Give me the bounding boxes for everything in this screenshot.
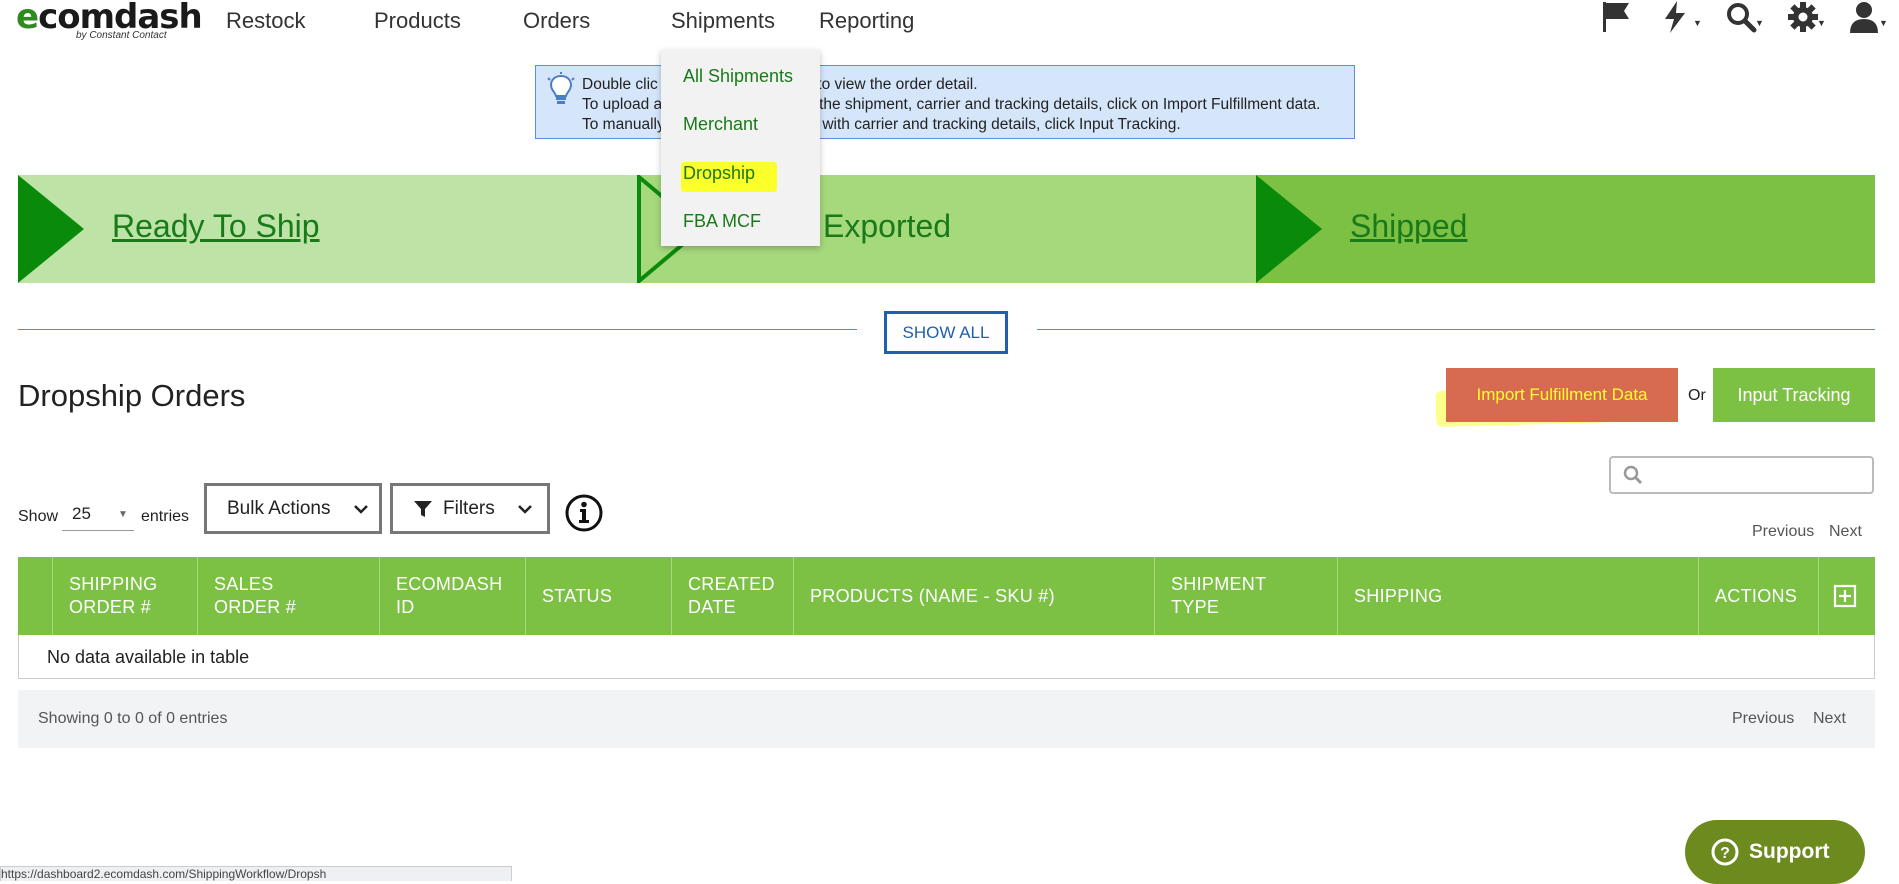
pager-previous-bottom[interactable]: Previous xyxy=(1732,710,1794,728)
stage-shipped-label[interactable]: Shipped xyxy=(1350,208,1467,245)
col-created-date[interactable]: CREATED DATE xyxy=(671,557,793,635)
nav-shipments[interactable]: Shipments xyxy=(671,8,775,34)
bolt-icon[interactable]: ▼ xyxy=(1663,0,1703,34)
table-footer: Showing 0 to 0 of 0 entries Previous Nex… xyxy=(18,690,1875,748)
nav-icon-bar: ▼ ▼ ▼ ▼ xyxy=(1601,0,1889,34)
search-icon xyxy=(1623,465,1643,485)
browser-status-url: https://dashboard2.ecomdash.com/Shipping… xyxy=(0,866,512,881)
chevron-down-icon: ▼ xyxy=(118,509,128,520)
search-input[interactable] xyxy=(1655,464,1869,488)
arrow-icon xyxy=(1256,175,1322,283)
lightbulb-icon xyxy=(546,72,576,112)
empty-message: No data available in table xyxy=(47,647,250,667)
shipments-dropdown: All Shipments Merchant Dropship FBA MCF xyxy=(661,50,820,246)
show-label: Show xyxy=(18,508,59,525)
stage-shipped[interactable]: Shipped xyxy=(1256,175,1875,283)
arrow-icon xyxy=(18,175,84,283)
chevron-down-icon: ▼ xyxy=(1879,18,1888,28)
svg-text:?: ? xyxy=(1720,845,1730,862)
info-circle-icon[interactable] xyxy=(564,493,604,538)
flag-icon[interactable] xyxy=(1601,0,1641,34)
help-circle-icon: ? xyxy=(1711,838,1739,866)
stage-ready-to-ship[interactable]: Ready To Ship xyxy=(18,175,637,283)
menu-all-shipments[interactable]: All Shipments xyxy=(683,66,793,87)
chevron-down-icon xyxy=(353,504,368,514)
import-fulfillment-button[interactable]: Import Fulfillment Data xyxy=(1446,368,1678,422)
bulk-actions-label: Bulk Actions xyxy=(227,497,331,519)
col-sales-order[interactable]: SALES ORDER # xyxy=(197,557,379,635)
add-column-button[interactable] xyxy=(1818,557,1875,635)
menu-fba-mcf[interactable]: FBA MCF xyxy=(683,211,761,232)
table-summary: Showing 0 to 0 of 0 entries xyxy=(38,710,228,727)
col-status[interactable]: STATUS xyxy=(525,557,671,635)
pager-next-top[interactable]: Next xyxy=(1829,523,1862,541)
page-title: Dropship Orders xyxy=(18,378,246,413)
ecomdash-logo[interactable]: ecomdash by Constant Contact xyxy=(16,0,203,41)
stage-exported-label[interactable]: Exported xyxy=(823,208,951,245)
col-actions[interactable]: ACTIONS xyxy=(1698,557,1818,635)
filters-button[interactable]: Filters xyxy=(390,483,550,534)
search-icon[interactable]: ▼ xyxy=(1725,0,1765,34)
col-shipping[interactable]: SHIPPING xyxy=(1337,557,1698,635)
col-ecomdash-id[interactable]: ECOMDASH ID xyxy=(379,557,525,635)
table-empty-row: No data available in table xyxy=(18,635,1875,679)
logo-wordmark: ecomdash xyxy=(16,0,203,34)
nav-restock[interactable]: Restock xyxy=(226,8,305,34)
support-label: Support xyxy=(1749,840,1830,863)
info-banner: Double clic r to view the order detail. T… xyxy=(535,65,1355,139)
nav-orders[interactable]: Orders xyxy=(523,8,590,34)
select-column xyxy=(18,557,52,635)
or-label: Or xyxy=(1688,387,1706,404)
chevron-down-icon: ▼ xyxy=(1817,18,1826,28)
gear-icon[interactable]: ▼ xyxy=(1787,0,1827,34)
nav-products[interactable]: Products xyxy=(374,8,461,34)
plus-square-icon xyxy=(1833,584,1857,608)
divider-right xyxy=(1037,329,1875,330)
user-icon[interactable]: ▼ xyxy=(1849,0,1889,34)
col-shipping-order[interactable]: SHIPPING ORDER # xyxy=(52,557,197,635)
support-button[interactable]: ? Support xyxy=(1685,820,1865,884)
chevron-down-icon xyxy=(517,504,532,514)
pager-previous-top[interactable]: Previous xyxy=(1752,523,1814,541)
col-products[interactable]: PRODUCTS (NAME - SKU #) xyxy=(793,557,1154,635)
entries-select[interactable]: 25 ▼ xyxy=(62,500,134,531)
chevron-down-icon: ▼ xyxy=(1693,18,1702,28)
table-search[interactable] xyxy=(1609,456,1874,494)
import-label: Import Fulfillment Data xyxy=(1476,385,1648,404)
stage-ready-label[interactable]: Ready To Ship xyxy=(112,208,320,245)
col-shipment-type[interactable]: SHIPMENT TYPE xyxy=(1154,557,1337,635)
entries-value: 25 xyxy=(72,504,91,523)
entries-label: entries xyxy=(141,508,190,525)
show-all-button[interactable]: SHOW ALL xyxy=(884,311,1008,354)
bulk-actions-button[interactable]: Bulk Actions xyxy=(204,483,382,534)
pager-next-bottom[interactable]: Next xyxy=(1813,710,1846,728)
menu-dropship[interactable]: Dropship xyxy=(683,163,755,184)
chevron-down-icon: ▼ xyxy=(1755,18,1764,28)
input-tracking-button[interactable]: Input Tracking xyxy=(1713,368,1875,422)
table-header: SHIPPING ORDER # SALES ORDER # ECOMDASH ID … xyxy=(18,557,1875,635)
menu-merchant[interactable]: Merchant xyxy=(683,114,758,135)
divider-left xyxy=(18,329,857,330)
filter-icon xyxy=(414,500,432,517)
nav-reporting[interactable]: Reporting xyxy=(819,8,914,34)
filters-label: Filters xyxy=(443,497,495,519)
